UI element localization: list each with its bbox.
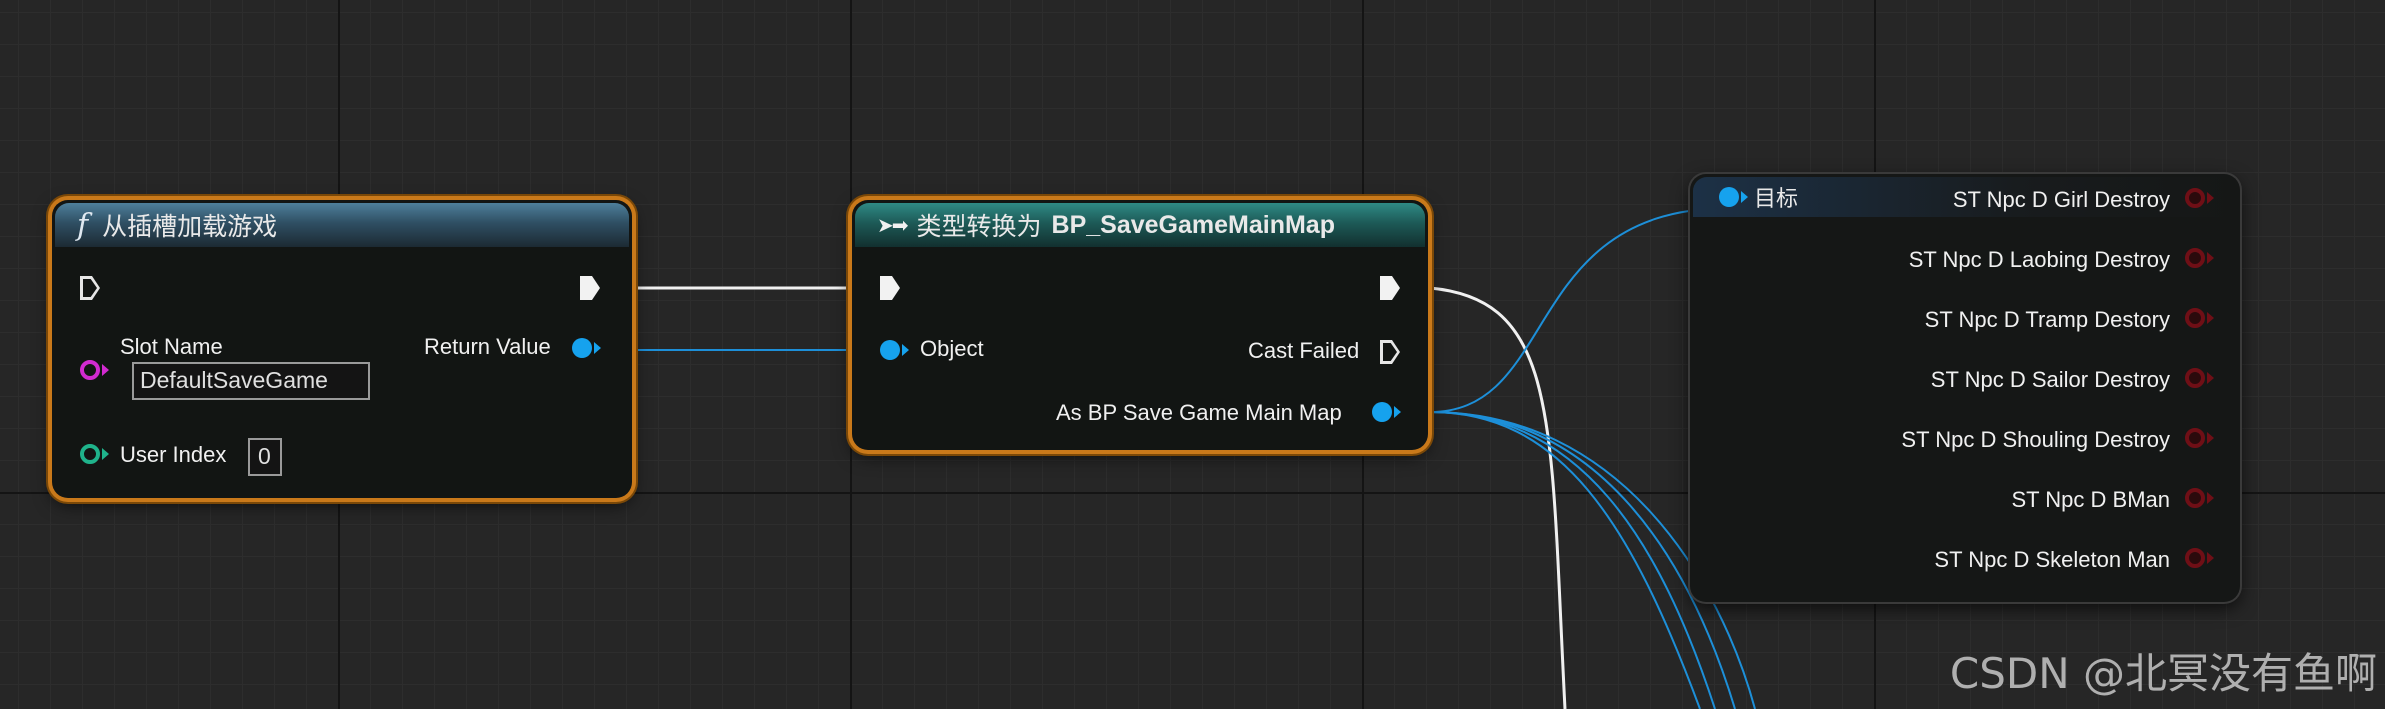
object-pin-arrow [902, 344, 909, 356]
return-value-label: Return Value [424, 334, 551, 359]
cast-icon: ➤➡ [877, 214, 908, 237]
target-output-pin[interactable] [2185, 188, 2205, 208]
object-label: Object [920, 336, 984, 361]
target-output-label: ST Npc D Sailor Destroy [1930, 367, 2170, 392]
object-wire-down-2 [1429, 411, 1716, 709]
target-output-pin-arrow [2207, 192, 2214, 204]
csdn-watermark: CSDN @北冥没有鱼啊 [1949, 649, 2377, 698]
target-output-pin-arrow [2207, 492, 2214, 504]
user-index-label: User Index [120, 442, 227, 467]
exec-output-pin[interactable] [580, 276, 600, 300]
as-bp-save-game-label: As BP Save Game Main Map [1056, 400, 1342, 425]
cast-node-title-prefix: 类型转换为 [916, 213, 1042, 241]
as-bp-save-game-pin[interactable] [1372, 402, 1392, 422]
target-pin[interactable] [1719, 187, 1739, 207]
cast-node-header[interactable]: ➤➡ 类型转换为 BP_SaveGameMainMap [855, 203, 1425, 247]
object-wire-down-1 [1429, 411, 1701, 709]
slot-name-input[interactable]: DefaultSaveGame [132, 362, 370, 400]
target-pin-arrow [1741, 191, 1748, 203]
target-output-pin-arrow [2207, 552, 2214, 564]
cast-exec-input-pin[interactable] [880, 276, 900, 300]
cast-failed-pin[interactable] [1380, 340, 1400, 364]
slot-name-pin-arrow [102, 364, 109, 376]
target-output-pin[interactable] [2185, 428, 2205, 448]
slot-name-pin[interactable] [80, 360, 100, 380]
target-output-pin[interactable] [2185, 248, 2205, 268]
target-output-pin-arrow [2207, 372, 2214, 384]
load-node-title: 从插槽加载游戏 [102, 213, 278, 241]
return-value-pin[interactable] [572, 338, 592, 358]
target-label: 目标 [1754, 186, 1799, 211]
target-output-pin-arrow [2207, 252, 2214, 264]
cast-failed-label: Cast Failed [1248, 338, 1360, 363]
slot-name-label: Slot Name [120, 334, 223, 359]
cast-exec-output-pin[interactable] [1380, 276, 1400, 300]
cast-node-title-target: BP_SaveGameMainMap [1051, 210, 1335, 239]
user-index-pin[interactable] [80, 444, 100, 464]
return-value-pin-arrow [594, 342, 601, 354]
load-game-from-slot-node[interactable]: f 从插槽加载游戏 Slot Name DefaultSaveGame Retu… [52, 200, 632, 498]
target-output-label: ST Npc D Girl Destroy [1952, 187, 2170, 212]
target-output-label: ST Npc D Shouling Destroy [1901, 427, 2170, 452]
user-index-input[interactable]: 0 [248, 438, 282, 476]
target-output-pin[interactable] [2185, 488, 2205, 508]
object-pin[interactable] [880, 340, 900, 360]
target-output-label: ST Npc D BMan [2011, 487, 2170, 512]
load-node-header[interactable]: f 从插槽加载游戏 [55, 203, 629, 247]
exec-wire-cast-success [1429, 286, 1567, 709]
exec-input-pin[interactable] [80, 276, 100, 300]
target-output-pin-arrow [2207, 432, 2214, 444]
target-output-label: ST Npc D Skeleton Man [1934, 547, 2170, 572]
target-output-pin[interactable] [2185, 308, 2205, 328]
target-struct-node[interactable]: 目标 ST Npc D Girl Destroy ST Npc D Laobing… [1690, 174, 2240, 602]
cast-node[interactable]: ➤➡ 类型转换为 BP_SaveGameMainMap Object Cast … [852, 200, 1428, 450]
target-output-pin[interactable] [2185, 368, 2205, 388]
target-output-pin[interactable] [2185, 548, 2205, 568]
target-output-label: ST Npc D Tramp Destory [1924, 307, 2170, 332]
as-bp-save-game-pin-arrow [1394, 406, 1401, 418]
target-output-label: ST Npc D Laobing Destroy [1908, 247, 2170, 272]
user-index-pin-arrow [102, 448, 109, 460]
target-output-pin-arrow [2207, 312, 2214, 324]
function-icon: f [77, 207, 89, 243]
object-wire-to-target [1429, 207, 1731, 413]
